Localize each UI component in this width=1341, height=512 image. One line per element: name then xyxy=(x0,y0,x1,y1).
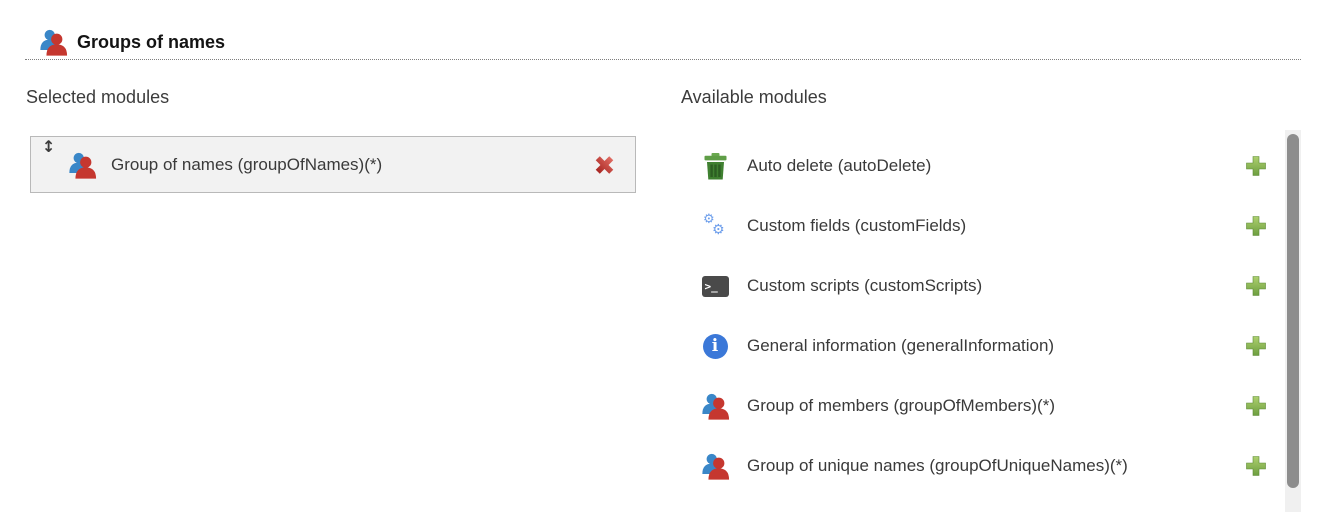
plus-icon xyxy=(1245,165,1267,180)
available-module-label: General information (generalInformation) xyxy=(747,336,1245,356)
scrollbar-thumb[interactable] xyxy=(1287,134,1299,488)
available-module-row: Auto delete (autoDelete) xyxy=(681,136,1267,196)
selected-module-row: ↕ Group of names (groupOfNames)(*) xyxy=(30,136,636,193)
available-module-row: i General information (generalInformation… xyxy=(681,316,1267,376)
group-icon xyxy=(67,150,97,180)
sort-updown-icon[interactable]: ↕ xyxy=(42,139,55,155)
available-module-label: Group of unique names (groupOfUniqueName… xyxy=(747,456,1245,476)
available-module-label: Custom fields (customFields) xyxy=(747,216,1245,236)
add-module-button[interactable] xyxy=(1245,455,1267,477)
plus-icon xyxy=(1245,345,1267,360)
plus-icon xyxy=(1245,405,1267,420)
available-module-row: Group of members (groupOfMembers)(*) xyxy=(681,376,1267,436)
delete-x-icon xyxy=(594,163,615,178)
page-header: Groups of names xyxy=(25,25,1301,60)
terminal-icon: >_ xyxy=(700,276,730,297)
plus-icon xyxy=(1245,285,1267,300)
gears-icon: ⚙⚙ xyxy=(700,213,730,240)
available-module-label: Custom scripts (customScripts) xyxy=(747,276,1245,296)
remove-module-button[interactable] xyxy=(594,154,615,175)
available-modules-heading: Available modules xyxy=(681,87,827,108)
add-module-button[interactable] xyxy=(1245,395,1267,417)
available-module-row: >_ Custom scripts (customScripts) xyxy=(681,256,1267,316)
plus-icon xyxy=(1245,225,1267,240)
scrollbar-track[interactable] xyxy=(1285,130,1301,512)
selected-modules-heading: Selected modules xyxy=(26,87,169,108)
group-icon xyxy=(38,27,68,57)
group-icon xyxy=(700,451,730,481)
available-module-row: ⚙⚙ Custom fields (customFields) xyxy=(681,196,1267,256)
add-module-button[interactable] xyxy=(1245,335,1267,357)
add-module-button[interactable] xyxy=(1245,275,1267,297)
plus-icon xyxy=(1245,465,1267,480)
selected-module-label: Group of names (groupOfNames)(*) xyxy=(111,155,382,175)
trash-icon xyxy=(700,153,730,180)
info-icon: i xyxy=(700,334,730,359)
add-module-button[interactable] xyxy=(1245,155,1267,177)
page-title: Groups of names xyxy=(77,32,225,53)
selected-module-content: Group of names (groupOfNames)(*) xyxy=(67,137,382,192)
available-modules-list: Auto delete (autoDelete) ⚙⚙ Custom fields … xyxy=(681,136,1267,496)
available-module-row: Group of unique names (groupOfUniqueName… xyxy=(681,436,1267,496)
available-module-label: Group of members (groupOfMembers)(*) xyxy=(747,396,1245,416)
add-module-button[interactable] xyxy=(1245,215,1267,237)
group-icon xyxy=(700,391,730,421)
available-module-label: Auto delete (autoDelete) xyxy=(747,156,1245,176)
